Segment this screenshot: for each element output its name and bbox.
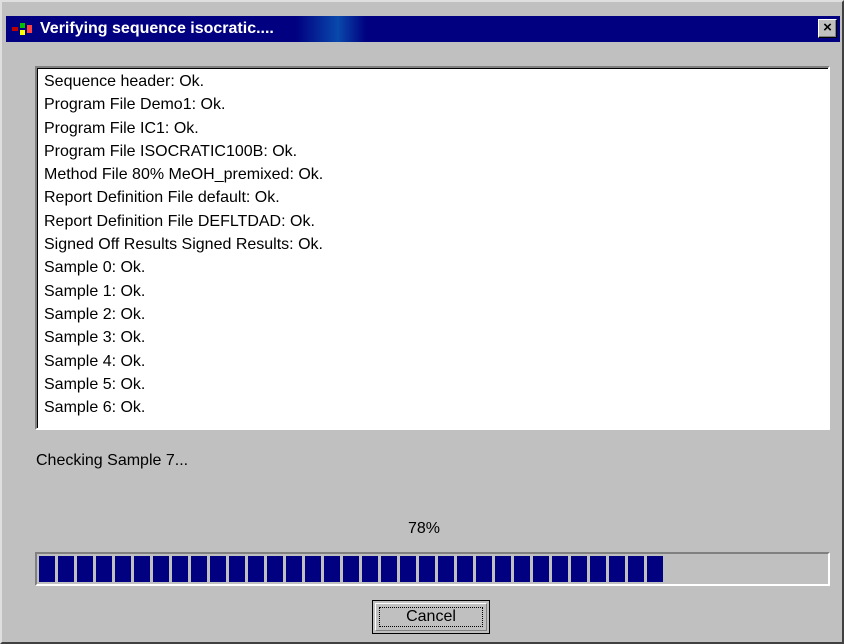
log-line: Sample 3: Ok. [44, 329, 146, 347]
log-line: Sample 6: Ok. [44, 399, 146, 417]
app-icon [12, 23, 32, 35]
log-line: Sample 5: Ok. [44, 375, 146, 393]
log-line: Sample 2: Ok. [44, 305, 146, 323]
progress-percent-label: 78% [407, 520, 441, 537]
cancel-button[interactable]: Cancel [372, 600, 490, 634]
log-line: Report Definition File DEFLTDAD: Ok. [44, 212, 315, 230]
verification-log-list[interactable]: Sequence header: Ok. Program File Demo1: … [35, 66, 830, 430]
log-line: Sample 1: Ok. [44, 282, 146, 300]
close-icon: × [823, 19, 832, 36]
log-line: Program File IC1: Ok. [44, 119, 199, 137]
log-line: Report Definition File default: Ok. [44, 189, 280, 207]
log-line: Program File ISOCRATIC100B: Ok. [44, 142, 298, 160]
log-line: Sample 4: Ok. [44, 352, 146, 370]
log-line: Method File 80% MeOH_premixed: Ok. [44, 166, 324, 184]
title-bar-gradient [296, 16, 366, 42]
cancel-button-label: Cancel [406, 608, 456, 625]
window-title: Verifying sequence isocratic.... [40, 20, 274, 37]
progress-bar [35, 552, 830, 586]
verify-dialog: Verifying sequence isocratic.... × Seque… [0, 0, 844, 644]
status-text: Checking Sample 7... [36, 452, 189, 469]
log-line: Sequence header: Ok. [44, 73, 205, 90]
progress-bar-fill [39, 556, 663, 582]
log-line: Program File Demo1: Ok. [44, 96, 226, 114]
log-line: Sample 0: Ok. [44, 259, 146, 277]
title-bar[interactable]: Verifying sequence isocratic.... × [6, 16, 840, 42]
log-line: Signed Off Results Signed Results: Ok. [44, 236, 323, 254]
close-button[interactable]: × [818, 19, 837, 38]
